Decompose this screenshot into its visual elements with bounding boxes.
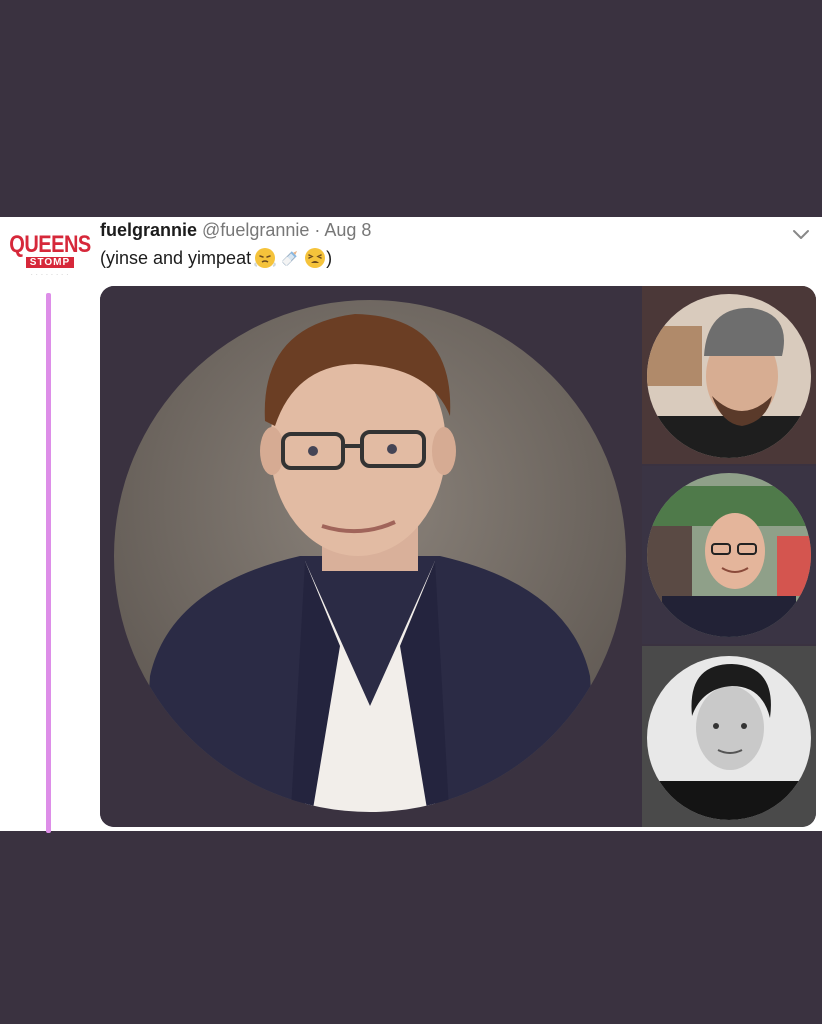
main-photo[interactable] [100, 286, 640, 827]
man-in-suit-portrait-image [114, 300, 626, 812]
header-separator: · [314, 220, 321, 240]
thumbnail-3[interactable] [642, 646, 816, 827]
bald-man-with-glasses-photo [647, 473, 811, 637]
logo-fine-print: · · · · · · · · [30, 271, 70, 278]
tweet-text-body: (yinse and yimpeat [100, 247, 252, 268]
thumbnail-1[interactable] [642, 286, 816, 464]
media-grid[interactable] [100, 286, 816, 827]
tired-face-emoji [305, 248, 326, 268]
man-in-cap-photo [647, 294, 811, 458]
thumbnail-2[interactable] [642, 466, 816, 644]
chevron-down-icon[interactable] [790, 223, 812, 245]
queens-stomp-logo-text: QUEENS [9, 231, 91, 258]
man-black-white-photo [647, 656, 811, 820]
baby-bottle-emoji [282, 250, 298, 266]
tweet-text: (yinse and yimpeat ) [100, 247, 332, 269]
face-with-steam-emoji [254, 248, 276, 268]
user-handle[interactable]: @fuelgrannie [202, 220, 309, 240]
avatar[interactable]: QUEENS STOMP · · · · · · · · [9, 227, 91, 285]
tweet-date[interactable]: Aug 8 [324, 220, 371, 240]
tweet-text-close: ) [326, 247, 333, 268]
thread-line [46, 293, 51, 833]
display-name[interactable]: fuelgrannie [100, 220, 197, 240]
tweet-header: fuelgrannie @fuelgrannie · Aug 8 [100, 220, 371, 241]
tweet-card[interactable]: QUEENS STOMP · · · · · · · · fuelgrannie… [0, 217, 822, 833]
